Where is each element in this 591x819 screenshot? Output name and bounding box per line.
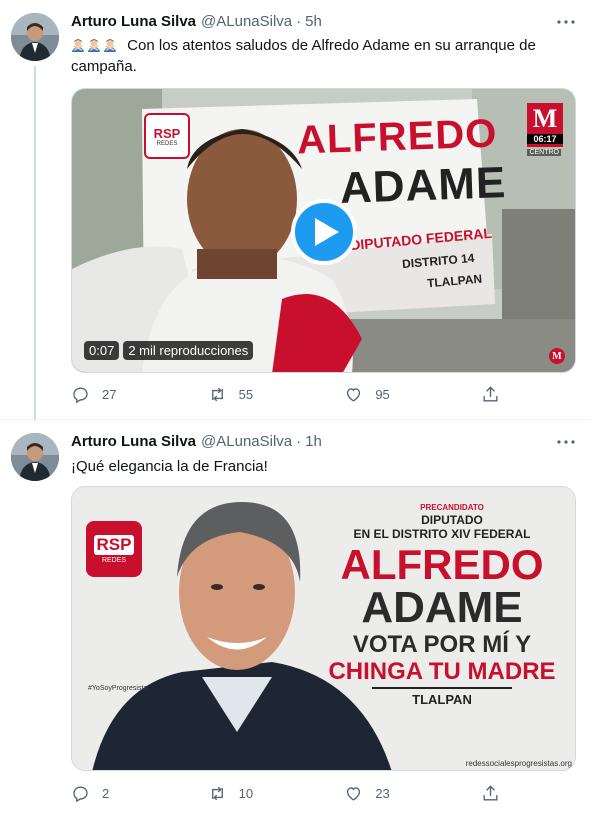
video-duration: 0:07 (84, 341, 120, 360)
separator: · (296, 433, 302, 450)
like-button[interactable]: 95 (344, 385, 444, 404)
rsp-logo: RSP REDES (86, 521, 142, 577)
poster-precandidato: PRECANDIDATO (420, 503, 484, 512)
poster-divider (372, 687, 512, 689)
hashtag: #YoSoyProgresista (88, 685, 148, 692)
like-count: 23 (375, 786, 390, 801)
tweet-header: Arturo Luna Silva @ALunaSilva · 1h (71, 433, 322, 450)
share-icon (483, 785, 498, 801)
poster-distrito: EN EL DISTRITO XIV FEDERAL (353, 527, 531, 541)
play-icon (314, 218, 339, 246)
thread-line (34, 66, 36, 421)
retweet-icon (211, 387, 223, 402)
poster-name-last: ADAME (361, 583, 523, 632)
reply-count: 27 (102, 387, 117, 402)
retweet-count: 10 (238, 786, 254, 801)
video-meta: 0:07 2 mil reproducciones (84, 341, 254, 360)
like-button[interactable]: 23 (344, 784, 444, 803)
heart-icon (347, 388, 361, 402)
separator: · (296, 13, 302, 30)
reply-icon (73, 387, 88, 404)
tweet-actions: 2 10 23 (71, 784, 501, 803)
video-player[interactable]: RSP REDES ALFREDO ADAME DIPUTADO FEDERAL… (71, 88, 576, 373)
author-handle[interactable]: @ALunaSilva (201, 433, 292, 450)
video-views: 2 mil reproducciones (123, 341, 254, 360)
tweet-actions: 27 55 95 (71, 385, 501, 404)
retweet-button[interactable]: 10 (208, 784, 308, 803)
channel-label: CENTRO (527, 149, 561, 156)
banner-line: ALFREDO (296, 111, 499, 163)
channel-watermark: M (549, 348, 565, 364)
more-icon[interactable] (555, 12, 577, 32)
reply-count: 2 (102, 786, 110, 801)
poster-place: TLALPAN (412, 692, 472, 707)
poster-website: redessocialesprogresistas.org (465, 759, 572, 768)
tweet-text: ¡Qué elegancia la de Francia! (71, 458, 268, 475)
man-gesturing-no-emoji (72, 39, 84, 52)
heart-icon (347, 787, 361, 801)
poster-slogan-1: VOTA POR MÍ Y (352, 631, 532, 658)
more-icon[interactable] (555, 432, 577, 452)
play-button[interactable] (291, 199, 357, 265)
retweet-icon (211, 786, 223, 801)
share-button[interactable] (481, 784, 501, 803)
tweet-header: Arturo Luna Silva @ALunaSilva · 5h (71, 13, 322, 30)
tweet-image[interactable]: RSP REDES #YoSoyProgresista PRECANDIDATO… (71, 486, 576, 771)
reply-button[interactable]: 2 (71, 784, 171, 803)
rsp-logo: RSP REDES (144, 113, 190, 159)
share-button[interactable] (481, 385, 501, 404)
author-name[interactable]: Arturo Luna Silva (71, 13, 196, 30)
banner-line: ADAME (339, 158, 508, 213)
retweet-count: 55 (238, 387, 254, 402)
man-gesturing-no-emoji (104, 39, 116, 52)
retweet-button[interactable]: 55 (208, 385, 308, 404)
timestamp[interactable]: 1h (305, 433, 322, 450)
author-name[interactable]: Arturo Luna Silva (71, 433, 196, 450)
tweet[interactable]: Arturo Luna Silva @ALunaSilva · 5h Con l… (0, 0, 591, 421)
avatar[interactable] (11, 433, 59, 481)
share-icon (483, 386, 498, 402)
poster-diputado: DIPUTADO (421, 513, 483, 527)
like-count: 95 (375, 387, 390, 402)
channel-logo: M 06:17 (527, 103, 563, 147)
reply-icon (73, 786, 88, 803)
author-handle[interactable]: @ALunaSilva (201, 13, 292, 30)
tweet[interactable]: Arturo Luna Silva @ALunaSilva · 1h ¡Qué … (0, 419, 591, 819)
timestamp[interactable]: 5h (305, 13, 322, 30)
poster-name-first: ALFREDO (340, 541, 544, 588)
tweet-text: Con los atentos saludos de Alfredo Adame… (71, 35, 571, 77)
poster-slogan-2: CHINGA TU MADRE (328, 658, 556, 685)
man-gesturing-no-emoji (88, 39, 100, 52)
tweet-text-body: Con los atentos saludos de Alfredo Adame… (71, 37, 536, 75)
reply-button[interactable]: 27 (71, 385, 171, 404)
avatar[interactable] (11, 13, 59, 61)
